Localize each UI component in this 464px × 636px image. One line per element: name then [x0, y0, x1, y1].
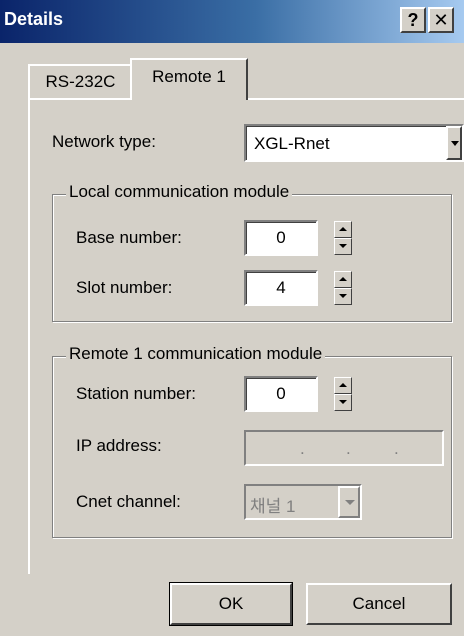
slot-number-spinner[interactable]	[334, 271, 352, 305]
ip-dot: .	[300, 439, 305, 458]
spin-down-icon[interactable]	[334, 238, 352, 255]
spin-up-icon[interactable]	[334, 271, 352, 288]
close-button[interactable]: ✕	[428, 7, 454, 33]
network-type-value: XGL-Rnet	[254, 134, 330, 153]
tab-remote-1[interactable]: Remote 1	[130, 58, 248, 100]
chevron-down-icon[interactable]	[446, 126, 462, 160]
ip-dot: .	[394, 439, 399, 458]
spin-up-icon[interactable]	[334, 377, 352, 394]
network-type-label: Network type:	[52, 132, 156, 151]
cancel-button[interactable]: Cancel	[306, 583, 452, 625]
station-number-spinner[interactable]	[334, 377, 352, 411]
ip-address-label: IP address:	[76, 436, 162, 455]
local-module-legend: Local communication module	[66, 182, 293, 202]
cnet-channel-label: Cnet channel:	[76, 492, 181, 511]
ip-address-field: . . .	[244, 430, 444, 466]
spin-down-icon[interactable]	[334, 288, 352, 305]
station-number-input[interactable]: 0	[244, 376, 318, 412]
spin-up-icon[interactable]	[334, 221, 352, 238]
slot-number-input[interactable]: 4	[244, 270, 318, 306]
ok-button[interactable]: OK	[169, 582, 293, 626]
station-number-label: Station number:	[76, 384, 197, 403]
help-button[interactable]: ?	[400, 7, 426, 33]
ip-dot: .	[346, 439, 351, 458]
base-number-spinner[interactable]	[334, 221, 352, 255]
chevron-down-icon	[338, 486, 360, 518]
window-title: Details	[4, 9, 64, 29]
spin-down-icon[interactable]	[334, 394, 352, 411]
cnet-channel-select: 채널 1	[244, 484, 362, 520]
base-number-label: Base number:	[76, 228, 182, 247]
cnet-channel-value: 채널 1	[250, 497, 296, 516]
base-number-input[interactable]: 0	[244, 220, 318, 256]
remote-module-legend: Remote 1 communication module	[66, 344, 326, 364]
network-type-select[interactable]: XGL-Rnet	[244, 124, 464, 162]
tab-rs232c[interactable]: RS-232C	[28, 64, 133, 98]
title-bar[interactable]: Details ? ✕	[0, 0, 464, 43]
slot-number-label: Slot number:	[76, 278, 173, 297]
